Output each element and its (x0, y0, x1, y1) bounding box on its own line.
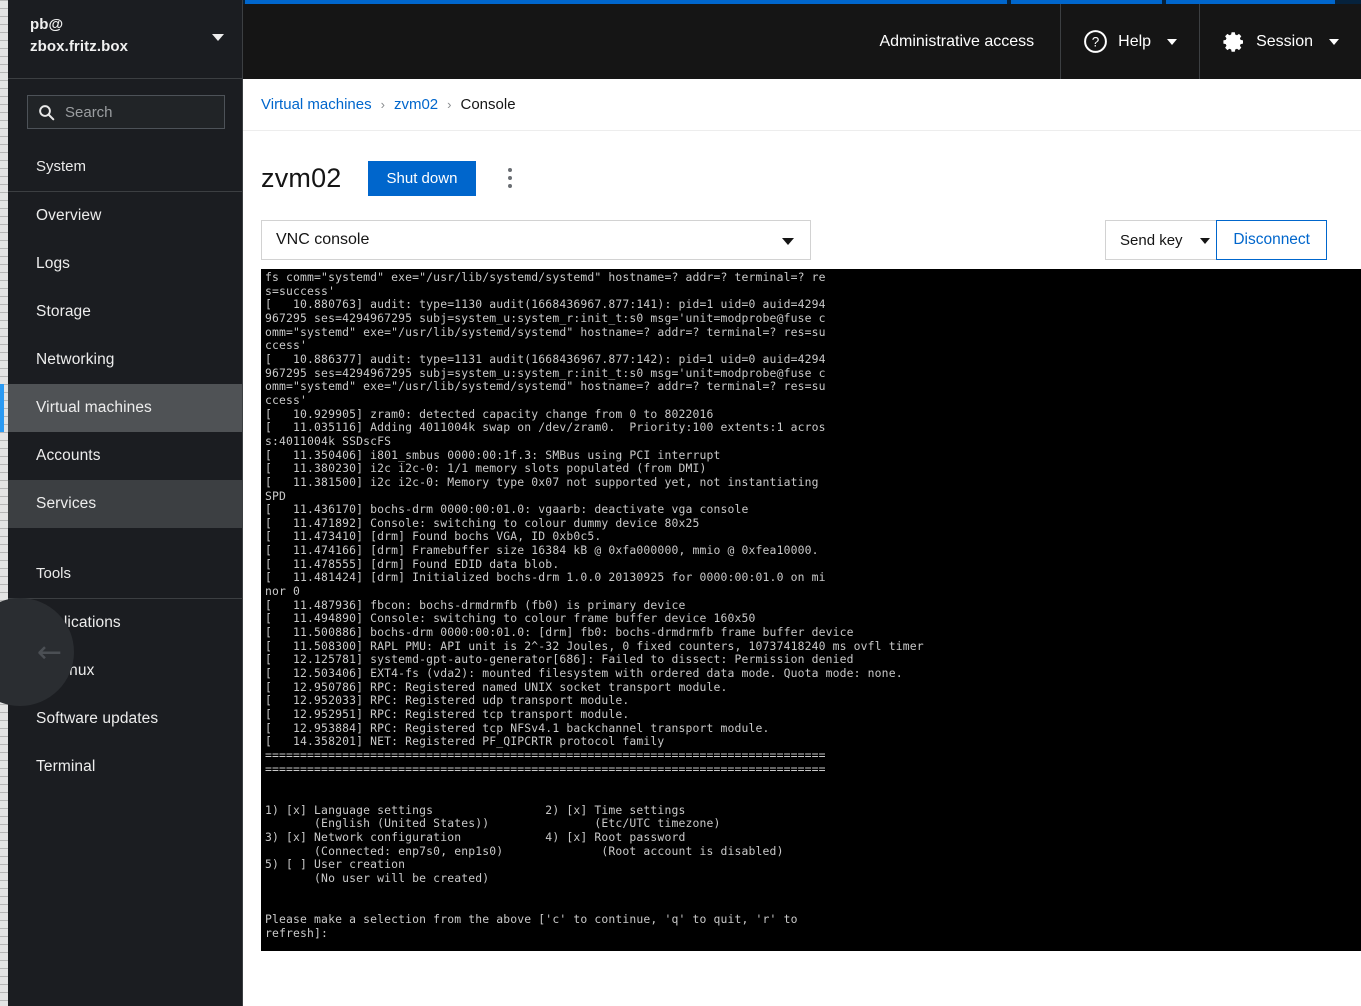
chevron-down-icon (212, 34, 224, 41)
search-icon (39, 104, 55, 120)
host-user: pb@ (30, 16, 64, 33)
chevron-down-icon (1167, 38, 1178, 45)
breadcrumb-item-virtual-machines[interactable]: Virtual machines (261, 96, 372, 113)
chevron-down-icon (1200, 238, 1210, 244)
breadcrumb-separator-icon: › (447, 97, 452, 112)
send-key-label: Send key (1120, 231, 1183, 249)
console-toolbar: VNC console Send key Disconnect (261, 220, 1343, 260)
search-input[interactable] (65, 103, 225, 121)
breadcrumb-item-console: Console (460, 96, 516, 113)
sidebar-item-overview[interactable]: Overview (8, 192, 242, 240)
help-label: Help (1118, 32, 1152, 50)
sidebar: pb@ zbox.fritz.box System Overview Logs … (0, 0, 243, 1006)
sidebar-item-networking[interactable]: Networking (8, 336, 242, 384)
search-box[interactable] (27, 95, 225, 129)
host-name: zbox.fritz.box (30, 38, 129, 55)
sidebar-item-virtual-machines[interactable]: Virtual machines (0, 384, 242, 432)
gear-icon (1223, 31, 1244, 52)
nav-section-system: System (8, 143, 242, 192)
session-menu[interactable]: Session (1199, 4, 1361, 79)
session-label: Session (1256, 32, 1313, 50)
cockpit-app-window: pb@ zbox.fritz.box System Overview Logs … (0, 0, 1361, 1006)
sidebar-item-software-updates[interactable]: Software updates (8, 695, 242, 743)
breadcrumb-separator-icon: › (380, 97, 385, 112)
svg-text:?: ? (1092, 35, 1100, 50)
breadcrumb: Virtual machines › zvm02 › Console (243, 79, 1361, 131)
shut-down-button[interactable]: Shut down (367, 160, 477, 196)
help-menu[interactable]: ? Help (1060, 4, 1199, 79)
breadcrumb-item-zvm02[interactable]: zvm02 (394, 96, 438, 113)
sidebar-item-selinux[interactable]: SELinux (8, 647, 242, 695)
main-content: Virtual machines › zvm02 › Console zvm02… (243, 79, 1361, 1006)
send-key-dropdown[interactable]: Send key (1105, 220, 1224, 260)
topbar: Administrative access ? Help Session (243, 0, 1361, 79)
nav-section-tools: Tools (8, 550, 242, 599)
topbar-accent-bar (243, 0, 1361, 4)
nav-gap (8, 528, 242, 550)
chevron-down-icon (1329, 38, 1339, 45)
page-title: zvm02 (261, 162, 342, 193)
more-actions-kebab-icon[interactable] (498, 163, 522, 193)
console-type-select[interactable]: VNC console (261, 220, 811, 260)
console-type-value: VNC console (276, 231, 370, 248)
chevron-down-icon (782, 238, 794, 245)
sidebar-search (8, 79, 242, 143)
sidebar-item-terminal[interactable]: Terminal (8, 743, 242, 791)
sidebar-item-storage[interactable]: Storage (8, 288, 242, 336)
sidebar-item-accounts[interactable]: Accounts (8, 432, 242, 480)
sidebar-item-services[interactable]: Services (8, 480, 242, 528)
vnc-console-viewport[interactable]: fs comm="systemd" exe="/usr/lib/systemd/… (261, 269, 1361, 951)
administrative-access-label: Administrative access (879, 32, 1035, 50)
sidebar-item-logs[interactable]: Logs (8, 240, 242, 288)
page-header: zvm02 Shut down (243, 131, 1361, 203)
host-switcher[interactable]: pb@ zbox.fritz.box (8, 0, 242, 79)
disconnect-button[interactable]: Disconnect (1216, 220, 1327, 260)
administrative-access-button[interactable]: Administrative access (869, 4, 1060, 79)
help-icon: ? (1084, 30, 1108, 53)
sidebar-item-applications[interactable]: Applications (8, 599, 242, 647)
vnc-console-text: fs comm="systemd" exe="/usr/lib/systemd/… (265, 270, 924, 940)
